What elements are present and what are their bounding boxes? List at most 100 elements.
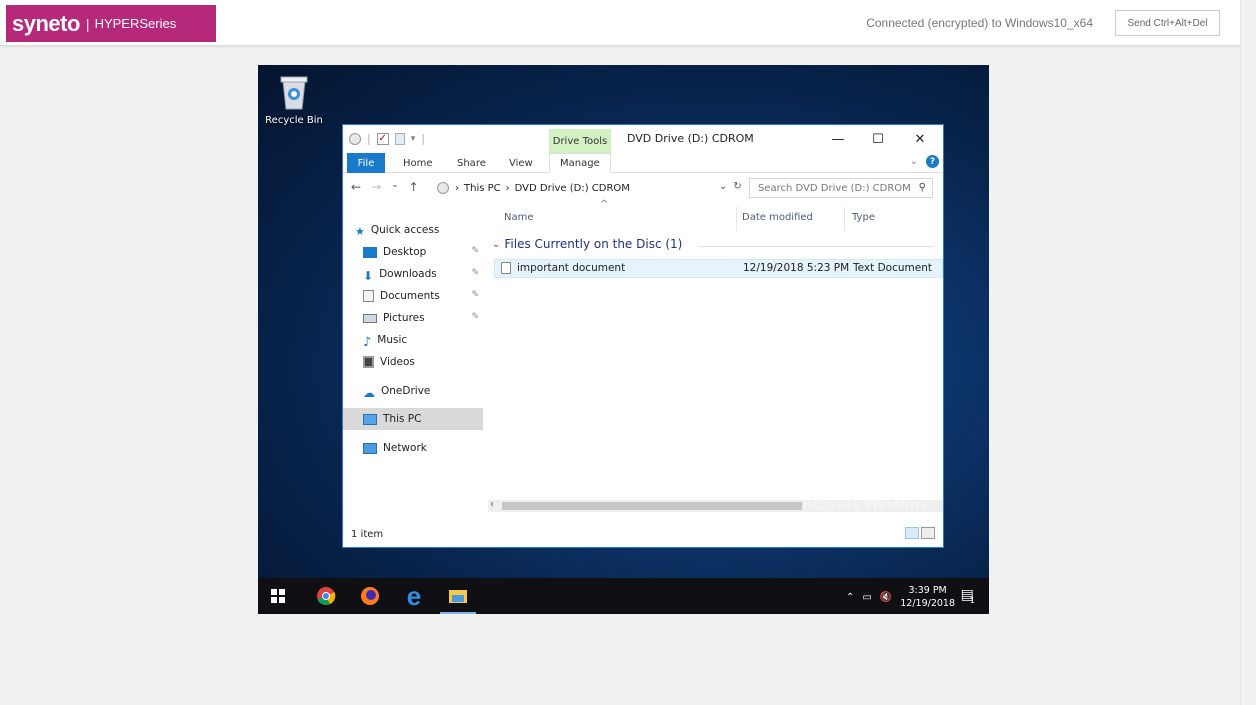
volume-muted-icon[interactable]: 🔇 — [880, 592, 892, 603]
breadcrumb-this-pc[interactable]: This PC — [464, 183, 501, 194]
brand-separator: | — [85, 15, 90, 32]
brand-product-name: HYPERSeries — [94, 16, 177, 31]
top-bar: synetο | HYPERSeries Connected (encrypte… — [0, 0, 1240, 46]
recent-locations-icon[interactable]: ⌄ — [391, 180, 399, 194]
remote-desktop-screen[interactable]: Recycle Bin | ✓ ▾ | Drive Tools DVD Driv… — [258, 65, 989, 614]
refresh-icon[interactable]: ↻ — [733, 181, 741, 192]
action-center-icon[interactable]: ▤1 — [961, 587, 979, 605]
tab-share[interactable]: Share — [457, 153, 486, 173]
nav-label: Downloads — [379, 268, 437, 280]
send-ctrl-alt-del-button[interactable]: Send Ctrl+Alt+Del — [1115, 10, 1220, 36]
pin-icon[interactable]: ✎ — [471, 312, 479, 322]
tab-file[interactable]: File — [347, 153, 385, 173]
search-placeholder: Search DVD Drive (D:) CDROM — [758, 182, 911, 194]
page-scrollbar[interactable] — [1240, 0, 1256, 705]
nav-label: Desktop — [383, 246, 427, 258]
firefox-icon[interactable] — [358, 584, 382, 608]
minimize-icon[interactable]: — — [823, 129, 853, 149]
notification-count: 1 — [969, 596, 975, 605]
customize-toolbar-icon[interactable]: ▾ — [411, 134, 416, 144]
music-icon: ♪ — [363, 334, 372, 350]
show-hidden-icons-icon[interactable]: ⌃ — [846, 592, 854, 603]
clock[interactable]: 3:39 PM 12/19/2018 — [900, 584, 955, 610]
nav-item-pictures[interactable]: Pictures ✎ — [343, 307, 483, 329]
nav-item-videos[interactable]: Videos — [343, 351, 483, 373]
breadcrumb-dvd-drive[interactable]: DVD Drive (D:) CDROM — [515, 183, 630, 194]
nav-label: Network — [383, 442, 427, 454]
column-separator[interactable] — [844, 207, 845, 231]
nav-label: Documents — [380, 290, 440, 302]
nav-label: Quick access — [370, 224, 440, 236]
nav-item-onedrive[interactable]: ☁ OneDrive — [343, 380, 483, 402]
network-status-icon[interactable]: ▭ — [862, 592, 871, 603]
nav-item-documents[interactable]: Documents ✎ — [343, 285, 483, 307]
address-dropdown-icon[interactable]: ⌄ — [719, 181, 727, 192]
column-header-name[interactable]: Name — [504, 212, 534, 223]
new-folder-icon[interactable] — [394, 132, 405, 145]
taskbar: e ⌃ ▭ 🔇 3:39 PM 12/19/2018 ▤1 — [258, 578, 989, 614]
pin-icon[interactable]: ✎ — [471, 246, 479, 256]
recycle-bin-desktop-icon[interactable]: Recycle Bin — [262, 73, 326, 126]
nav-item-quick-access[interactable]: ★ Quick access — [343, 219, 483, 241]
close-icon[interactable]: ✕ — [905, 129, 935, 149]
search-input[interactable]: Search DVD Drive (D:) CDROM ⚲ — [749, 178, 933, 198]
file-explorer-taskbar-icon[interactable] — [440, 584, 476, 614]
properties-icon[interactable]: ✓ — [376, 132, 389, 145]
column-separator[interactable] — [736, 207, 737, 231]
address-row: ← → ⌄ ↑ › This PC › DVD Drive (D:) CDROM… — [343, 177, 943, 201]
nav-item-downloads[interactable]: ⬇ Downloads ✎ — [343, 263, 483, 285]
nav-item-desktop[interactable]: Desktop ✎ — [343, 241, 483, 263]
column-header-date-modified[interactable]: Date modified — [742, 212, 813, 223]
tab-view[interactable]: View — [509, 153, 533, 173]
address-bar[interactable]: › This PC › DVD Drive (D:) CDROM — [437, 178, 723, 198]
column-header-type[interactable]: Type — [852, 212, 875, 223]
tab-home[interactable]: Home — [403, 153, 433, 173]
help-icon[interactable]: ? — [926, 155, 939, 168]
chrome-icon[interactable] — [314, 584, 338, 608]
nav-item-network[interactable]: Network — [343, 437, 483, 459]
text-document-icon — [501, 262, 511, 274]
nav-item-music[interactable]: ♪ Music — [343, 329, 483, 351]
collapse-group-icon[interactable]: ⌄ — [492, 239, 500, 250]
desktop-icon — [363, 246, 377, 258]
watermark-line2: Windows. — [803, 532, 854, 544]
clock-time: 3:39 PM — [908, 585, 947, 596]
nav-label: Music — [377, 334, 408, 346]
star-icon: ★ — [355, 224, 365, 238]
scrollbar-thumb[interactable] — [502, 502, 802, 510]
tab-manage[interactable]: Manage — [549, 153, 611, 173]
file-date-modified: 12/19/2018 5:23 PM — [743, 262, 850, 274]
computer-icon — [363, 413, 377, 425]
back-arrow-icon[interactable]: ← — [351, 180, 361, 194]
navigation-pane: ★ Quick access Desktop ✎ ⬇ Downloads ✎ D… — [343, 205, 483, 517]
file-explorer-window[interactable]: | ✓ ▾ | Drive Tools DVD Drive (D:) CDROM… — [342, 124, 944, 548]
pictures-icon — [363, 313, 377, 323]
nav-label: Pictures — [383, 312, 425, 324]
file-list-pane[interactable]: ^ Name Date modified Type ⌄ Files Curren… — [488, 199, 943, 517]
pin-icon[interactable]: ✎ — [471, 268, 479, 278]
maximize-icon[interactable]: ☐ — [863, 129, 893, 149]
nav-label: OneDrive — [381, 385, 431, 397]
breadcrumb-separator: › — [505, 182, 510, 194]
ribbon-tabs: File Home Share View Manage ⌄ ? — [343, 153, 943, 173]
pin-icon[interactable]: ✎ — [471, 290, 479, 300]
edge-icon[interactable]: e — [402, 583, 426, 609]
start-windows-icon[interactable] — [266, 584, 290, 608]
brand-logo-text: synetο — [12, 10, 80, 36]
up-arrow-icon[interactable]: ↑ — [409, 180, 419, 194]
file-row[interactable]: important document 12/19/2018 5:23 PM Te… — [494, 259, 943, 278]
scroll-left-icon[interactable]: ‹ — [490, 499, 494, 510]
recycle-bin-label: Recycle Bin — [265, 115, 323, 126]
window-titlebar[interactable]: | ✓ ▾ | Drive Tools DVD Drive (D:) CDROM… — [343, 125, 943, 154]
status-bar-text: 1 item — [351, 529, 384, 540]
forward-arrow-icon[interactable]: → — [371, 180, 381, 194]
network-icon — [363, 442, 377, 454]
group-header[interactable]: ⌄ Files Currently on the Disc (1) — [492, 237, 682, 251]
expand-ribbon-icon[interactable]: ⌄ — [910, 156, 918, 167]
documents-icon — [363, 290, 374, 302]
system-tray: ⌃ ▭ 🔇 3:39 PM 12/19/2018 — [846, 584, 955, 610]
nav-item-this-pc[interactable]: This PC — [343, 408, 483, 430]
brand-logo: synetο | HYPERSeries — [6, 5, 216, 42]
file-name: important document — [517, 262, 626, 274]
search-icon[interactable]: ⚲ — [919, 182, 926, 193]
